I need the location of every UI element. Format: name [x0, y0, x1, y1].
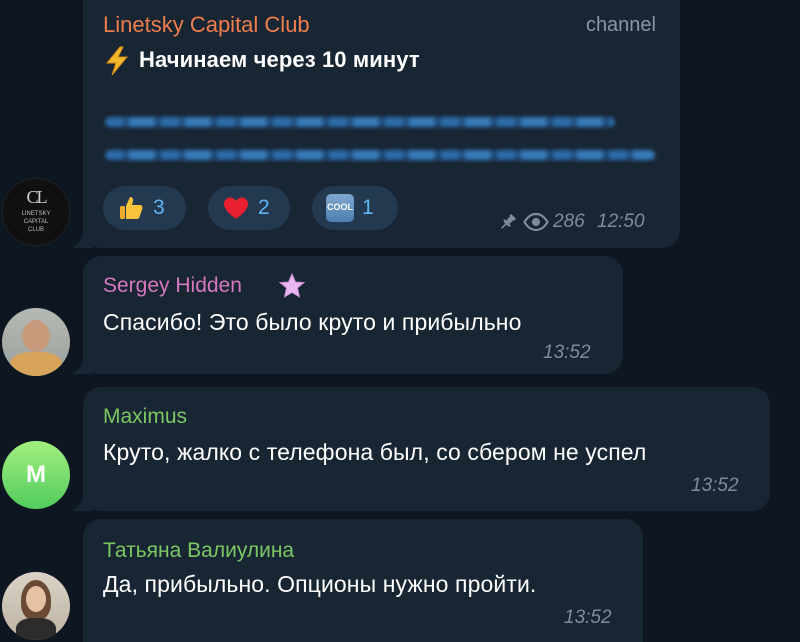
reaction-heart[interactable]: 2: [208, 186, 290, 230]
message-text: Спасибо! Это было круто и прибыльно: [103, 309, 522, 335]
tatyana-avatar[interactable]: [2, 572, 70, 640]
pin-icon: [498, 212, 518, 232]
message-bubble-tatyana[interactable]: Татьяна Валиулина Да, прибыльно. Опционы…: [83, 519, 643, 642]
message-bubble-sergey[interactable]: Sergey Hidden Спасибо! Это было круто и …: [61, 256, 623, 374]
avatar-line-1: LINETSKY: [21, 211, 51, 217]
message-time: 13:52: [691, 475, 739, 496]
star-badge-icon: [278, 272, 306, 300]
lightning-icon: [103, 46, 131, 76]
avatar-line-3: CLUB: [27, 227, 44, 233]
sender-name[interactable]: Sergey Hidden: [103, 274, 242, 298]
message-bubble-maximus[interactable]: Maximus Круто, жалко с телефона был, со …: [61, 387, 770, 511]
avatar-face: [22, 320, 50, 352]
avatar-body: [16, 618, 56, 640]
cool-icon: COOL: [326, 194, 354, 222]
channel-avatar[interactable]: CL LINETSKY CAPITAL CLUB: [2, 178, 70, 246]
thumbs-up-icon: [117, 194, 145, 222]
sender-name[interactable]: Татьяна Валиулина: [103, 539, 294, 563]
message-time: 13:52: [543, 342, 591, 363]
blurred-link-line-1[interactable]: [105, 117, 615, 127]
maximus-avatar[interactable]: M: [2, 441, 70, 509]
reaction-count: 1: [362, 196, 374, 219]
views-eye-icon: [523, 212, 549, 232]
views-count: 286: [553, 211, 585, 232]
sergey-avatar[interactable]: [2, 308, 70, 376]
message-time: 12:50: [597, 211, 645, 232]
message-text: Круто, жалко с телефона был, со сбером н…: [103, 439, 647, 465]
message-time: 13:52: [564, 607, 612, 628]
sender-name[interactable]: Linetsky Capital Club: [103, 12, 310, 38]
channel-badge: channel: [585, 14, 656, 36]
red-heart-icon: [222, 194, 250, 222]
bubble-tail: [61, 352, 95, 374]
bubble-tail: [61, 489, 95, 511]
reaction-cool[interactable]: COOL 1: [312, 186, 398, 230]
reaction-count: 2: [258, 196, 270, 219]
avatar-line-2: CAPITAL: [23, 219, 49, 225]
avatar-monogram: CL: [26, 187, 47, 207]
bubble-tail: [61, 226, 95, 248]
message-text: Начинаем через 10 минут: [139, 47, 420, 72]
avatar-face: [26, 586, 46, 612]
reaction-count: 3: [153, 196, 165, 219]
sender-name[interactable]: Maximus: [103, 405, 187, 429]
avatar-letter: M: [26, 461, 46, 488]
message-text: Да, прибыльно. Опционы нужно пройти.: [103, 571, 537, 597]
message-bubble-channel[interactable]: Linetsky Capital Club channel Начинаем ч…: [61, 0, 680, 248]
reaction-thumbs-up[interactable]: 3: [103, 186, 186, 230]
avatar-body: [10, 352, 62, 376]
blurred-link-line-2[interactable]: [105, 150, 655, 160]
